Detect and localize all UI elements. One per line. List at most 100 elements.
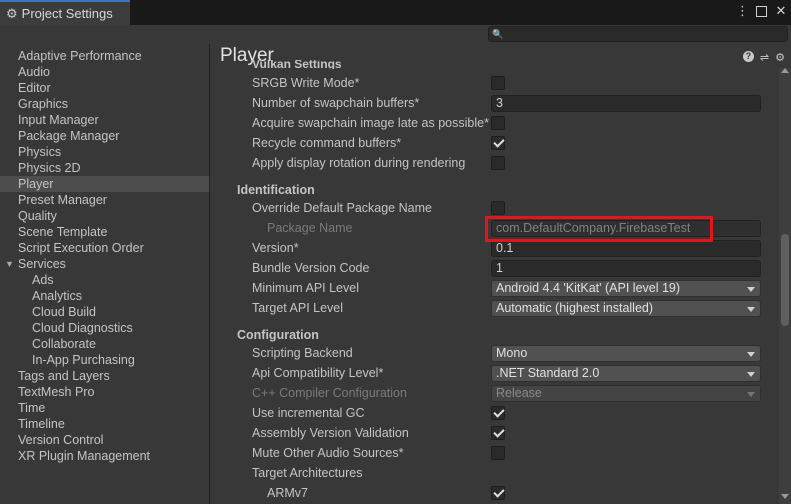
row-incremental-gc: Use incremental GC <box>211 404 771 424</box>
row-label: Target API Level <box>252 301 344 315</box>
chevron-down-icon <box>747 392 755 397</box>
row-assembly-version-validation: Assembly Version Validation <box>211 424 771 444</box>
sidebar-item-textmesh-pro[interactable]: TextMesh Pro <box>0 384 209 400</box>
row-label: Acquire swapchain image late as possible… <box>252 116 489 130</box>
scroll-up-icon[interactable] <box>781 68 789 73</box>
recycle-buffers-checkbox[interactable] <box>491 136 505 150</box>
sidebar-item-input-manager[interactable]: Input Manager <box>0 112 209 128</box>
bundle-version-code-field[interactable]: 1 <box>491 260 761 277</box>
incremental-gc-checkbox[interactable] <box>491 406 505 420</box>
display-rotation-checkbox[interactable] <box>491 156 505 170</box>
title-bar: ⚙ Project Settings ⋮ ✕ <box>0 0 791 25</box>
gear-icon[interactable]: ⚙ <box>775 51 785 64</box>
sidebar-item-xr-plugin-management[interactable]: XR Plugin Management <box>0 448 209 464</box>
row-label: Package Name <box>267 221 353 235</box>
assembly-version-validation-checkbox[interactable] <box>491 426 505 440</box>
override-package-name-checkbox[interactable] <box>491 201 505 215</box>
sidebar-item-version-control[interactable]: Version Control <box>0 432 209 448</box>
search-bar: 🔍 <box>0 25 791 44</box>
sidebar-item-quality[interactable]: Quality <box>0 208 209 224</box>
maximize-icon[interactable] <box>756 6 767 17</box>
sidebar-item-analytics[interactable]: Analytics <box>0 288 209 304</box>
menu-icon[interactable]: ⋮ <box>736 3 749 19</box>
sidebar-item-cloud-build[interactable]: Cloud Build <box>0 304 209 320</box>
sidebar-item-cloud-diagnostics[interactable]: Cloud Diagnostics <box>0 320 209 336</box>
row-target-architectures: Target Architectures <box>211 464 771 484</box>
row-label: C++ Compiler Configuration <box>252 386 407 400</box>
dropdown-value: Android 4.4 'KitKat' (API level 19) <box>496 281 681 295</box>
chevron-down-icon <box>747 372 755 377</box>
section-heading-vulkan: Vulkan Settings <box>252 60 342 69</box>
row-label: Target Architectures <box>252 466 363 480</box>
row-label: Scripting Backend <box>252 346 353 360</box>
annotation-highlight-box <box>485 216 713 242</box>
armv7-checkbox[interactable] <box>491 486 505 500</box>
sidebar-item-in-app-purchasing[interactable]: In-App Purchasing <box>0 352 209 368</box>
close-icon[interactable]: ✕ <box>775 3 787 19</box>
acquire-late-checkbox[interactable] <box>491 116 505 130</box>
row-srgb-write-mode: SRGB Write Mode* <box>211 74 771 94</box>
dropdown-value: Release <box>496 386 542 400</box>
sliders-icon[interactable]: ⇌ <box>760 51 769 64</box>
sidebar-item-services-label: Services <box>18 257 66 271</box>
srgb-write-mode-checkbox[interactable] <box>491 76 505 90</box>
version-field[interactable]: 0.1 <box>491 240 761 257</box>
row-armv7: ARMv7 <box>211 484 771 504</box>
help-icon[interactable]: ? <box>742 51 754 62</box>
dropdown-value: .NET Standard 2.0 <box>496 366 600 380</box>
row-mute-other-audio: Mute Other Audio Sources* <box>211 444 771 464</box>
section-heading-configuration: Configuration <box>237 328 319 342</box>
scrollbar-thumb[interactable] <box>781 234 789 326</box>
api-compatibility-level-dropdown[interactable]: .NET Standard 2.0 <box>491 365 761 382</box>
main-panel: Player ? ⇌ ⚙ Vulkan Settings SRGB Write … <box>211 44 791 504</box>
sidebar-item-ads[interactable]: Ads <box>0 272 209 288</box>
sidebar-item-audio[interactable]: Audio <box>0 64 209 80</box>
row-label: Assembly Version Validation <box>252 426 409 440</box>
sidebar-item-physics-2d[interactable]: Physics 2D <box>0 160 209 176</box>
mute-other-audio-checkbox[interactable] <box>491 446 505 460</box>
row-swapchain-buffers: Number of swapchain buffers* 3 <box>211 94 771 114</box>
sidebar-item-scene-template[interactable]: Scene Template <box>0 224 209 240</box>
scroll-down-icon[interactable] <box>781 494 789 499</box>
sidebar-item-services[interactable]: ▼ Services <box>0 256 209 272</box>
row-minimum-api-level: Minimum API Level Android 4.4 'KitKat' (… <box>211 279 771 299</box>
chevron-down-icon <box>747 287 755 292</box>
row-scripting-backend: Scripting Backend Mono <box>211 344 771 364</box>
dropdown-value: Mono <box>496 346 528 360</box>
row-label: Bundle Version Code <box>252 261 370 275</box>
sidebar-item-script-execution-order[interactable]: Script Execution Order <box>0 240 209 256</box>
row-label: Version* <box>252 241 299 255</box>
expand-arrow-icon[interactable]: ▼ <box>5 256 14 272</box>
sidebar-item-preset-manager[interactable]: Preset Manager <box>0 192 209 208</box>
sidebar-item-player[interactable]: Player <box>0 176 209 192</box>
target-api-level-dropdown[interactable]: Automatic (highest installed) <box>491 300 761 317</box>
header-icons: ? ⇌ ⚙ <box>742 51 785 64</box>
scrollbar[interactable] <box>779 68 791 504</box>
search-input[interactable]: 🔍 <box>488 26 788 42</box>
sidebar-item-time[interactable]: Time <box>0 400 209 416</box>
sidebar-item-tags-and-layers[interactable]: Tags and Layers <box>0 368 209 384</box>
chevron-down-icon <box>747 352 755 357</box>
window-controls: ⋮ ✕ <box>736 3 787 19</box>
row-version: Version* 0.1 <box>211 239 771 259</box>
chevron-down-icon <box>747 307 755 312</box>
dropdown-value: Automatic (highest installed) <box>496 301 654 315</box>
row-api-compatibility-level: Api Compatibility Level* .NET Standard 2… <box>211 364 771 384</box>
row-label: ARMv7 <box>267 486 308 500</box>
search-icon: 🔍 <box>492 29 504 39</box>
sidebar-item-package-manager[interactable]: Package Manager <box>0 128 209 144</box>
tab-title: Project Settings <box>21 6 113 21</box>
sidebar-item-collaborate[interactable]: Collaborate <box>0 336 209 352</box>
sidebar-item-graphics[interactable]: Graphics <box>0 96 209 112</box>
tab-project-settings[interactable]: ⚙ Project Settings <box>0 0 130 25</box>
swapchain-buffers-field[interactable]: 3 <box>491 95 761 112</box>
scripting-backend-dropdown[interactable]: Mono <box>491 345 761 362</box>
sidebar-item-adaptive-performance[interactable]: Adaptive Performance <box>0 48 209 64</box>
cpp-compiler-configuration-dropdown: Release <box>491 385 761 402</box>
minimum-api-level-dropdown[interactable]: Android 4.4 'KitKat' (API level 19) <box>491 280 761 297</box>
sidebar-item-editor[interactable]: Editor <box>0 80 209 96</box>
sidebar-item-physics[interactable]: Physics <box>0 144 209 160</box>
sidebar-item-timeline[interactable]: Timeline <box>0 416 209 432</box>
gear-icon: ⚙ <box>6 5 18 21</box>
row-label: Number of swapchain buffers* <box>252 96 420 110</box>
